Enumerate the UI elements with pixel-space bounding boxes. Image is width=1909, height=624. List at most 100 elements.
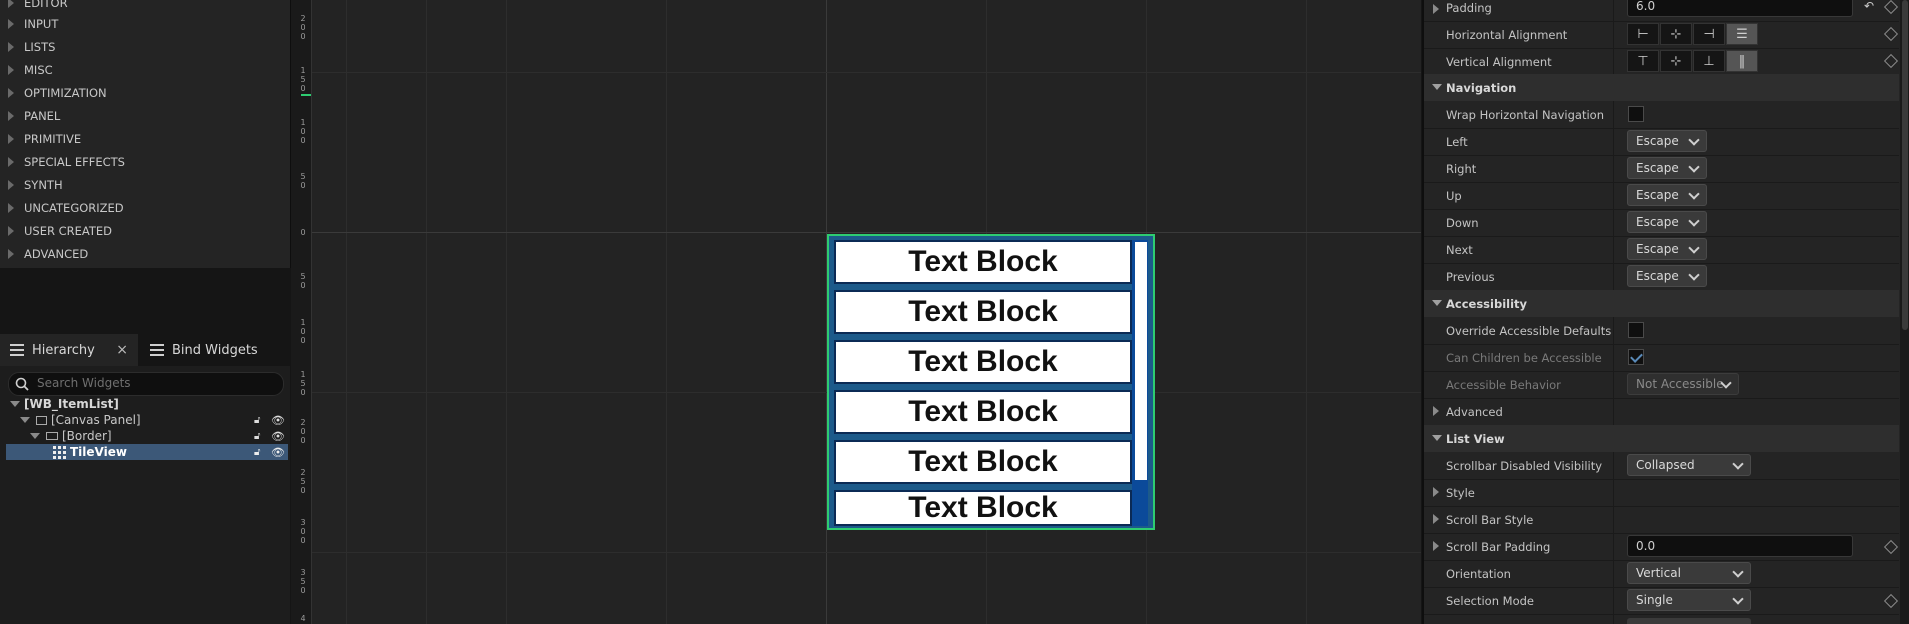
padding-input[interactable]: 6.0	[1627, 0, 1853, 17]
align-bottom-icon[interactable]: ⊥	[1693, 50, 1725, 72]
nav-right-dropdown[interactable]: Escape	[1627, 157, 1707, 179]
property-label: Style	[1446, 485, 1475, 500]
expand-arrow-icon	[8, 111, 14, 121]
palette-category-lists[interactable]: LISTS	[8, 36, 55, 58]
selection-mode-dropdown[interactable]: Single	[1627, 589, 1751, 611]
children-accessible-checkbox	[1628, 349, 1644, 365]
section-accessibility[interactable]: Accessibility	[1424, 290, 1899, 317]
ruler-label: 1 0 0	[300, 118, 306, 145]
palette-category-optimization[interactable]: OPTIMIZATION	[8, 82, 107, 104]
align-fill-icon[interactable]: ☰	[1726, 23, 1758, 45]
category-label: SPECIAL EFFECTS	[24, 155, 125, 169]
palette-category-panel[interactable]: PANEL	[8, 105, 60, 127]
children-accessible-row: Can Children be Accessible	[1424, 344, 1899, 372]
palette-category-synth[interactable]: SYNTH	[8, 174, 63, 196]
tileview-icon	[53, 445, 66, 459]
scroll-bar-style-row[interactable]: Scroll Bar Style	[1424, 506, 1899, 534]
palette-category-primitive[interactable]: PRIMITIVE	[8, 128, 81, 150]
lock-icon[interactable]: 🔓︎	[254, 431, 260, 442]
palette-category-input[interactable]: INPUT	[8, 13, 58, 35]
palette-category-misc[interactable]: MISC	[8, 59, 53, 81]
section-navigation[interactable]: Navigation	[1424, 74, 1899, 101]
nav-down-dropdown[interactable]: Escape	[1627, 211, 1707, 233]
close-icon[interactable]: ×	[116, 342, 128, 358]
text-block[interactable]: Text Block	[834, 240, 1132, 284]
palette-panel: EDITOR INPUT LISTS MISC OPTIMIZATION PAN…	[0, 0, 291, 268]
category-label: EDITOR	[24, 0, 68, 10]
advanced-row[interactable]: Advanced	[1424, 398, 1899, 426]
tree-item-border[interactable]: [Border] 🔓︎ 👁︎	[6, 428, 288, 444]
text-block[interactable]: Text Block	[834, 340, 1132, 384]
lock-icon[interactable]: 🔓︎	[254, 415, 260, 426]
tab-hierarchy[interactable]: Hierarchy ×	[0, 334, 138, 366]
property-label: Scroll Bar Style	[1446, 512, 1534, 527]
category-label: OPTIMIZATION	[24, 86, 107, 100]
align-middle-icon[interactable]: ⊹	[1660, 50, 1692, 72]
align-right-icon[interactable]: ⊣	[1693, 23, 1725, 45]
nav-left-dropdown[interactable]: Escape	[1627, 130, 1707, 152]
text-block[interactable]: Text Block	[834, 390, 1132, 434]
align-left-icon[interactable]: ⊢	[1627, 23, 1659, 45]
nav-previous-dropdown[interactable]: Escape	[1627, 265, 1707, 287]
collapse-arrow-icon[interactable]	[30, 433, 40, 439]
orientation-dropdown[interactable]: Vertical	[1627, 562, 1751, 584]
collapse-arrow-icon[interactable]	[20, 417, 30, 423]
category-label: USER CREATED	[24, 224, 113, 238]
scroll-bar-padding-input[interactable]: 0.0	[1627, 535, 1853, 557]
palette-category-editor[interactable]: EDITOR	[8, 0, 68, 14]
ruler-label: 1 5 0	[300, 370, 306, 397]
expand-arrow-icon[interactable]	[1433, 4, 1439, 14]
category-label: ADVANCED	[24, 247, 89, 261]
scrollbar-visibility-dropdown[interactable]: Collapsed	[1627, 454, 1751, 476]
wrap-horizontal-navigation-checkbox[interactable]	[1628, 106, 1644, 122]
palette-category-uncategorized[interactable]: UNCATEGORIZED	[8, 197, 124, 219]
property-label: Selection Mode	[1446, 593, 1534, 608]
nav-up-dropdown[interactable]: Escape	[1627, 184, 1707, 206]
ruler-marker	[301, 94, 311, 96]
palette-category-special-effects[interactable]: SPECIAL EFFECTS	[8, 151, 125, 173]
next-dropdown-partial[interactable]	[1627, 618, 1751, 624]
tileview-scrollbar-thumb[interactable]	[1135, 242, 1147, 480]
override-accessible-defaults-checkbox[interactable]	[1628, 322, 1644, 338]
palette-category-advanced[interactable]: ADVANCED	[8, 243, 88, 265]
section-list-view[interactable]: List View	[1424, 425, 1899, 452]
property-label: Down	[1446, 215, 1479, 230]
lock-icon[interactable]: 🔓︎	[254, 447, 260, 458]
property-label: Orientation	[1446, 566, 1511, 581]
text-block[interactable]: Text Block	[834, 490, 1132, 526]
canvas-panel-icon	[36, 415, 47, 425]
tree-item-tileview[interactable]: TileView 🔓︎ 👁︎	[6, 444, 288, 460]
tree-item-canvas-panel[interactable]: [Canvas Panel] 🔓︎ 👁︎	[6, 412, 288, 428]
collapse-arrow-icon[interactable]	[10, 401, 20, 407]
text-block[interactable]: Text Block	[834, 440, 1132, 484]
eye-icon[interactable]: 👁︎	[271, 414, 285, 427]
property-label: Up	[1446, 188, 1462, 203]
expand-arrow-icon	[8, 88, 14, 98]
style-row[interactable]: Style	[1424, 479, 1899, 507]
text-block[interactable]: Text Block	[834, 290, 1132, 334]
expand-arrow-icon	[8, 203, 14, 213]
align-center-icon[interactable]: ⊹	[1660, 23, 1692, 45]
dropdown-value: Escape	[1636, 215, 1679, 229]
property-label: Scrollbar Disabled Visibility	[1446, 458, 1603, 473]
nav-next-dropdown[interactable]: Escape	[1627, 238, 1707, 260]
expand-arrow-icon[interactable]	[1433, 541, 1439, 551]
category-label: PANEL	[24, 109, 61, 123]
align-top-icon[interactable]: ⊤	[1627, 50, 1659, 72]
input-value: 6.0	[1636, 0, 1656, 13]
eye-icon[interactable]: 👁︎	[271, 446, 285, 459]
chevron-down-icon	[1688, 242, 1700, 254]
reset-icon[interactable]: ↶	[1864, 0, 1874, 13]
align-fill-vertical-icon[interactable]: ‖	[1726, 50, 1758, 72]
eye-icon[interactable]: 👁︎	[271, 430, 285, 443]
expand-arrow-icon	[8, 180, 14, 190]
palette-category-user-created[interactable]: USER CREATED	[8, 220, 112, 242]
category-label: LISTS	[24, 40, 56, 54]
tree-item-wb-itemlist[interactable]: [WB_ItemList]	[6, 396, 288, 412]
tab-bind-widgets[interactable]: Bind Widgets	[150, 334, 258, 366]
search-widgets-input[interactable]: Search Widgets	[8, 372, 284, 396]
section-label: List View	[1446, 431, 1505, 446]
search-icon	[15, 377, 29, 391]
details-scrollbar-thumb[interactable]	[1902, 0, 1908, 330]
property-label: Horizontal Alignment	[1446, 27, 1568, 42]
